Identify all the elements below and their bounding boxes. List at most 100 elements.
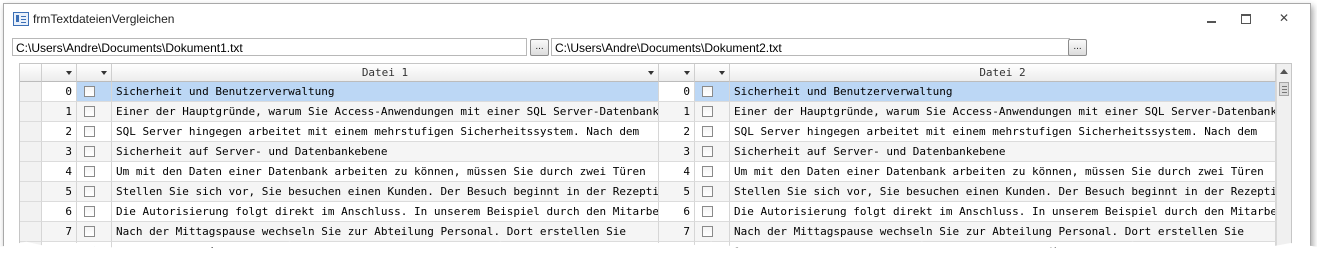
select-all-corner[interactable] (20, 64, 42, 82)
line-number-cell[interactable]: 2 (659, 122, 695, 142)
checkbox-cell[interactable] (77, 82, 112, 102)
checkbox-cell[interactable] (695, 82, 730, 102)
text-line-cell[interactable]: Sicherheit auf Server- und Datenbankeben… (112, 142, 659, 162)
text-line-cell[interactable]: Die Autorisierung folgt direkt im Anschl… (730, 202, 1276, 222)
text-line-cell[interactable]: SQL Server hingegen arbeitet mit einem m… (112, 122, 659, 142)
line-number-cell[interactable]: 0 (42, 82, 77, 102)
row-checkbox[interactable] (84, 206, 95, 217)
text-line-cell[interactable]: Einer der Hauptgründe, warum Sie Access-… (112, 102, 659, 122)
file1-browse-button[interactable]: ... (530, 39, 549, 56)
checkbox-cell[interactable] (695, 222, 730, 242)
row-selector[interactable] (20, 102, 42, 122)
row-checkbox[interactable] (84, 86, 95, 97)
line-number-cell[interactable]: 5 (659, 182, 695, 202)
vertical-scrollbar[interactable] (1276, 64, 1291, 256)
text-line-cell[interactable]: Stellen Sie sich vor, Sie besuchen einen… (112, 182, 659, 202)
row-selector[interactable] (20, 82, 42, 102)
form-icon (13, 12, 29, 26)
line-number-cell[interactable]: 3 (42, 142, 77, 162)
line-number-cell[interactable]: 0 (659, 82, 695, 102)
checkbox-cell[interactable] (77, 102, 112, 122)
text-line-cell[interactable]: Um mit den Daten einer Datenbank arbeite… (112, 162, 659, 182)
line-number-cell[interactable]: 7 (42, 222, 77, 242)
row-selector[interactable] (20, 162, 42, 182)
scroll-thumb[interactable] (1279, 82, 1289, 96)
row-checkbox[interactable] (84, 106, 95, 117)
row-checkbox[interactable] (84, 226, 95, 237)
line-number-1-header[interactable] (42, 64, 77, 82)
row-checkbox[interactable] (702, 206, 713, 217)
checkbox-cell[interactable] (695, 122, 730, 142)
line-number-cell[interactable]: 7 (659, 222, 695, 242)
table-row[interactable]: 4 Um mit den Daten einer Datenbank arbeit… (20, 162, 1276, 182)
line-number-2-header[interactable] (659, 64, 695, 82)
text-line-cell[interactable]: Die Autorisierung folgt direkt im Anschl… (112, 202, 659, 222)
row-checkbox[interactable] (702, 226, 713, 237)
checkbox-cell[interactable] (695, 102, 730, 122)
text-line-cell[interactable]: Nach der Mittagspause wechseln Sie zur A… (730, 222, 1276, 242)
line-number-cell[interactable]: 6 (42, 202, 77, 222)
row-checkbox[interactable] (702, 186, 713, 197)
line-number-cell[interactable]: 2 (42, 122, 77, 142)
checkbox-cell[interactable] (695, 142, 730, 162)
file1-column-header[interactable]: Datei 1 (112, 64, 659, 82)
file1-path-input[interactable]: C:\Users\Andre\Documents\Dokument1.txt (12, 38, 527, 56)
table-row[interactable]: 7 Nach der Mittagspause wechseln Sie zur … (20, 222, 1276, 242)
row-checkbox[interactable] (84, 166, 95, 177)
row-selector[interactable] (20, 142, 42, 162)
row-checkbox[interactable] (702, 126, 713, 137)
text-line-cell[interactable]: Nach der Mittagspause wechseln Sie zur A… (112, 222, 659, 242)
line-number-cell[interactable]: 4 (42, 162, 77, 182)
checkbox-cell[interactable] (77, 122, 112, 142)
checkbox-cell[interactable] (77, 202, 112, 222)
close-button[interactable]: ✕ (1274, 10, 1294, 26)
text-line-cell[interactable]: Sicherheit und Benutzerverwaltung (730, 82, 1276, 102)
line-number-cell[interactable]: 1 (659, 102, 695, 122)
table-row[interactable]: 0 Sicherheit und Benutzerverwaltung 0 Siche… (20, 82, 1276, 102)
checked-1-header[interactable] (77, 64, 112, 82)
table-row[interactable]: 2 SQL Server hingegen arbeitet mit einem … (20, 122, 1276, 142)
line-number-cell[interactable]: 4 (659, 162, 695, 182)
row-checkbox[interactable] (702, 86, 713, 97)
row-selector[interactable] (20, 222, 42, 242)
file2-path-input[interactable]: C:\Users\Andre\Documents\Dokument2.txt (551, 38, 1070, 56)
checkbox-cell[interactable] (77, 182, 112, 202)
text-line-cell[interactable]: Sicherheit und Benutzerverwaltung (112, 82, 659, 102)
row-checkbox[interactable] (84, 126, 95, 137)
row-selector[interactable] (20, 202, 42, 222)
text-line-cell[interactable]: Um mit den Daten einer Datenbank arbeite… (730, 162, 1276, 182)
row-checkbox[interactable] (84, 186, 95, 197)
checked-2-header[interactable] (695, 64, 730, 82)
row-selector[interactable] (20, 122, 42, 142)
comparison-datasheet[interactable]: Datei 1 Datei 2 0 Sicherheit und Benutzer… (19, 63, 1292, 256)
text-line-cell[interactable]: Stellen Sie sich vor, Sie besuchen einen… (730, 182, 1276, 202)
checkbox-cell[interactable] (695, 162, 730, 182)
line-number-cell[interactable]: 1 (42, 102, 77, 122)
minimize-icon (1206, 20, 1216, 23)
table-row[interactable]: 1 Einer der Hauptgründe, warum Sie Access… (20, 102, 1276, 122)
checkbox-cell[interactable] (695, 202, 730, 222)
checkbox-cell[interactable] (77, 222, 112, 242)
text-line-cell[interactable]: SQL Server hingegen arbeitet mit einem m… (730, 122, 1276, 142)
table-row[interactable]: 5 Stellen Sie sich vor, Sie besuchen eine… (20, 182, 1276, 202)
checkbox-cell[interactable] (77, 142, 112, 162)
checkbox-cell[interactable] (695, 182, 730, 202)
checkbox-cell[interactable] (77, 162, 112, 182)
line-number-cell[interactable]: 3 (659, 142, 695, 162)
row-checkbox[interactable] (702, 106, 713, 117)
text-line-cell[interactable]: Sicherheit auf Server- und Datenbankeben… (730, 142, 1276, 162)
file2-browse-button[interactable]: ... (1068, 39, 1087, 56)
row-checkbox[interactable] (702, 166, 713, 177)
row-checkbox[interactable] (702, 146, 713, 157)
minimize-button[interactable] (1201, 10, 1221, 26)
text-line-cell[interactable]: Einer der Hauptgründe, warum Sie Access-… (730, 102, 1276, 122)
line-number-cell[interactable]: 5 (42, 182, 77, 202)
file2-column-header[interactable]: Datei 2 (730, 64, 1276, 82)
line-number-cell[interactable]: 6 (659, 202, 695, 222)
row-checkbox[interactable] (84, 146, 95, 157)
maximize-button[interactable] (1236, 10, 1256, 26)
table-row[interactable]: 3 Sicherheit auf Server- und Datenbankebe… (20, 142, 1276, 162)
table-row[interactable]: 6 Die Autorisierung folgt direkt im Ansch… (20, 202, 1276, 222)
scroll-up-icon[interactable] (1280, 69, 1288, 74)
row-selector[interactable] (20, 182, 42, 202)
